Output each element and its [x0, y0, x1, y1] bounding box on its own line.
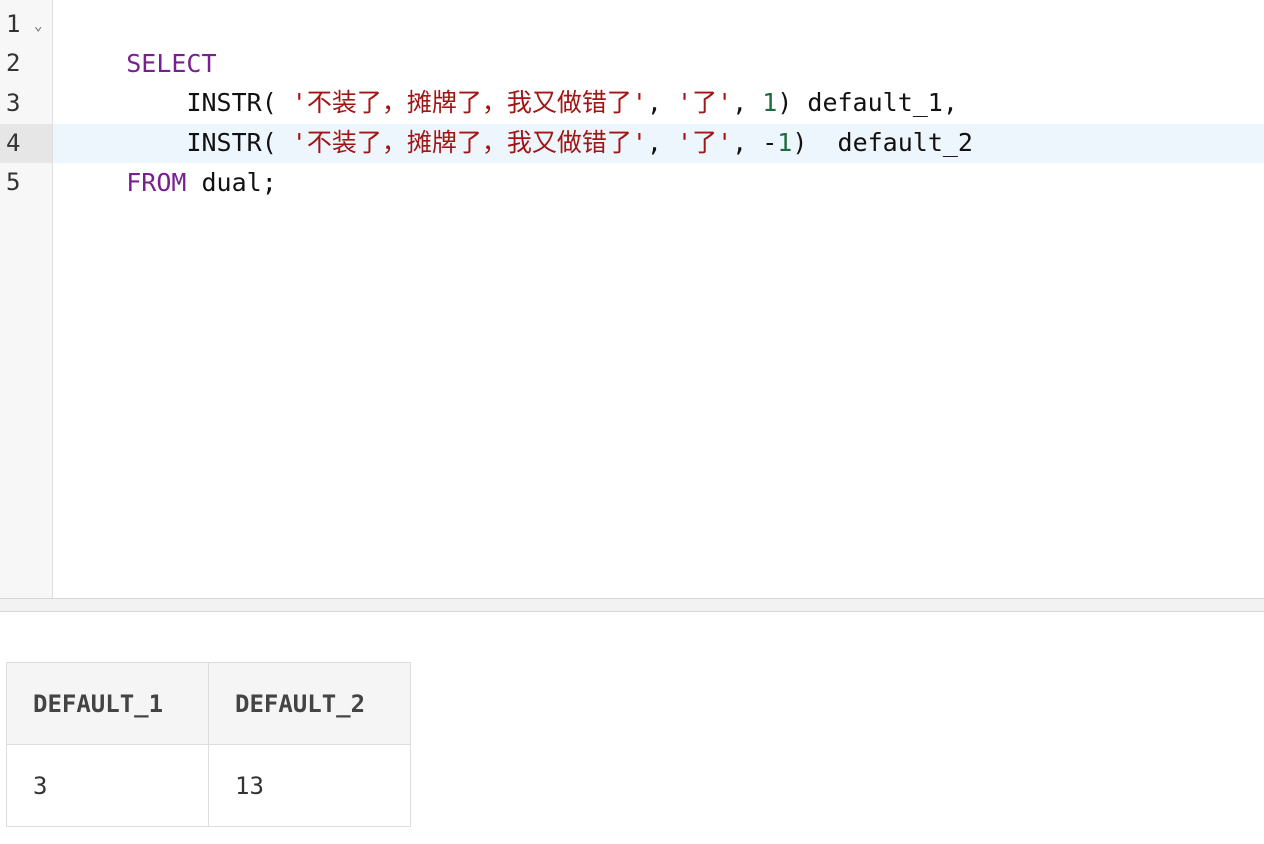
minus-operator: - — [762, 128, 778, 157]
cell-default-2[interactable]: 13 — [208, 744, 411, 827]
string-literal: '了' — [677, 128, 733, 157]
string-literal: '不装了，摊牌了，我又做错了' — [291, 128, 647, 157]
line-number-text: 1 — [6, 10, 21, 38]
results-table: DEFAULT_1 DEFAULT_2 3 13 — [6, 662, 411, 827]
line-number-4: 4 — [0, 124, 52, 163]
line-number-5: 5 — [0, 163, 52, 202]
line-number-text: 5 — [6, 168, 21, 196]
code-line-1[interactable]: SELECT — [66, 5, 216, 78]
table-row: 3 13 — [6, 744, 411, 827]
line-number-text: 3 — [6, 89, 21, 117]
header-row: DEFAULT_1 DEFAULT_2 — [6, 662, 411, 745]
line-number-text: 2 — [6, 49, 21, 77]
cell-default-1[interactable]: 3 — [6, 744, 209, 827]
column-header-default-1[interactable]: DEFAULT_1 — [6, 662, 209, 745]
code-line-4[interactable]: FROM dual; — [66, 124, 277, 197]
code-line-3[interactable]: INSTR( '不装了，摊牌了，我又做错了', '了', -1) default… — [66, 84, 973, 157]
table-name: dual; — [186, 168, 277, 197]
line-number-1: 1 ⌄ — [0, 5, 52, 44]
separator: , — [732, 128, 763, 157]
column-header-default-2[interactable]: DEFAULT_2 — [208, 662, 411, 745]
keyword-from: FROM — [126, 168, 187, 197]
line-number-text: 4 — [6, 129, 21, 157]
alias-text: ) default_2 — [792, 128, 973, 157]
pane-splitter[interactable] — [0, 598, 1264, 612]
line-number-3: 3 — [0, 84, 52, 123]
line-number-2: 2 — [0, 44, 52, 83]
code-line-2[interactable]: INSTR( '不装了，摊牌了，我又做错了', '了', 1) default_… — [66, 44, 957, 117]
fold-chevron-icon[interactable]: ⌄ — [34, 7, 42, 46]
number-literal: 1 — [777, 128, 793, 157]
sql-editor[interactable]: 1 ⌄ 2 3 4 5 SELECT INSTR( '不装了，摊牌了，我又做错了… — [0, 0, 1264, 598]
separator: , — [646, 128, 678, 157]
